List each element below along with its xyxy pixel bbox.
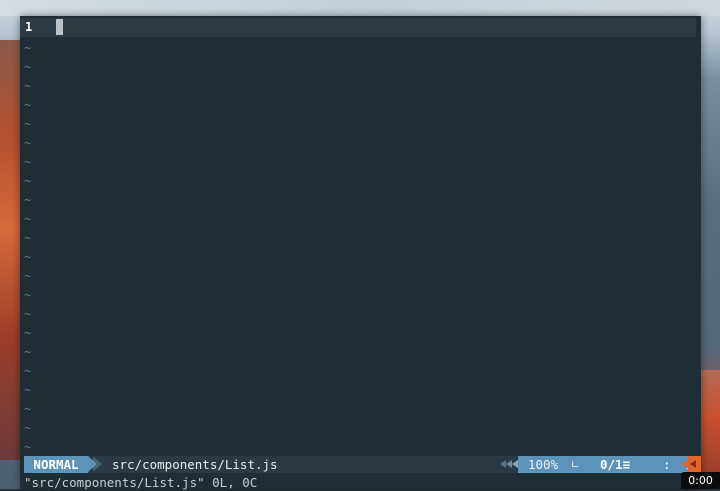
empty-line-tilde: ~ bbox=[24, 250, 32, 264]
empty-line-tilde: ~ bbox=[24, 155, 32, 169]
empty-line-tilde: ~ bbox=[24, 269, 32, 283]
empty-line-tilde: ~ bbox=[24, 136, 32, 150]
empty-line-tilde: ~ bbox=[24, 117, 32, 131]
line-number: 1 bbox=[25, 20, 33, 34]
warning-inner-arrow-icon bbox=[690, 460, 696, 468]
empty-line-tilde: ~ bbox=[24, 98, 32, 112]
text-cursor bbox=[56, 19, 63, 35]
empty-line-tilde: ~ bbox=[24, 193, 32, 207]
empty-line-tilde: ~ bbox=[24, 307, 32, 321]
empty-line-tilde: ~ bbox=[24, 174, 32, 188]
wallpaper-sky bbox=[0, 0, 720, 16]
line-position: 0/1≡ bbox=[600, 456, 630, 473]
line-position-value: 0/1 bbox=[600, 457, 623, 472]
vim-editor-buffer[interactable]: 1 ~ ~ ~ ~ ~ ~ ~ ~ ~ ~ ~ ~ ~ ~ ~ ~ ~ ~ ~ ~ ~ ~ bbox=[20, 16, 701, 456]
column-separator: : bbox=[663, 457, 671, 472]
vim-statusline: NORMAL src/components/List.js 100% ㄴ 0/1… bbox=[24, 456, 701, 473]
empty-line-tilde: ~ bbox=[24, 79, 32, 93]
position-segment: 100% ㄴ 0/1≡ : 1 bbox=[518, 456, 693, 473]
warning-arrow-icon bbox=[681, 460, 688, 468]
empty-line-tilde: ~ bbox=[24, 41, 32, 55]
recording-timer: 0:00 bbox=[681, 472, 720, 489]
empty-line-tilde: ~ bbox=[24, 440, 32, 454]
empty-line-tilde: ~ bbox=[24, 421, 32, 435]
empty-line-markers: ~ ~ ~ ~ ~ ~ ~ ~ ~ ~ ~ ~ ~ ~ ~ ~ ~ ~ ~ ~ ~ ~ bbox=[24, 39, 31, 457]
empty-line-tilde: ~ bbox=[24, 60, 32, 74]
file-path: src/components/List.js bbox=[112, 457, 278, 472]
wallpaper-cliff-left bbox=[0, 40, 22, 460]
empty-line-tilde: ~ bbox=[24, 383, 32, 397]
lines-icon: ≡ bbox=[622, 457, 631, 472]
mode-indicator: NORMAL bbox=[24, 456, 88, 473]
empty-line-tilde: ~ bbox=[24, 231, 32, 245]
terminal-window[interactable]: 1 ~ ~ ~ ~ ~ ~ ~ ~ ~ ~ ~ ~ ~ ~ ~ ~ ~ ~ ~ ~ ~ ~ NORMAL src/comp… bbox=[20, 16, 701, 490]
empty-line-tilde: ~ bbox=[24, 288, 32, 302]
empty-line-tilde: ~ bbox=[24, 402, 32, 416]
empty-line-tilde: ~ bbox=[24, 345, 32, 359]
empty-line-tilde: ~ bbox=[24, 212, 32, 226]
separator-arrow-icon bbox=[88, 456, 97, 472]
empty-line-tilde: ~ bbox=[24, 364, 32, 378]
empty-line-tilde: ~ bbox=[24, 326, 32, 340]
left-arrows-icon bbox=[498, 456, 520, 473]
line-icon: ㄴ bbox=[570, 458, 581, 471]
cursor-line-highlight bbox=[20, 18, 696, 37]
scroll-percent: 100% bbox=[528, 457, 559, 472]
